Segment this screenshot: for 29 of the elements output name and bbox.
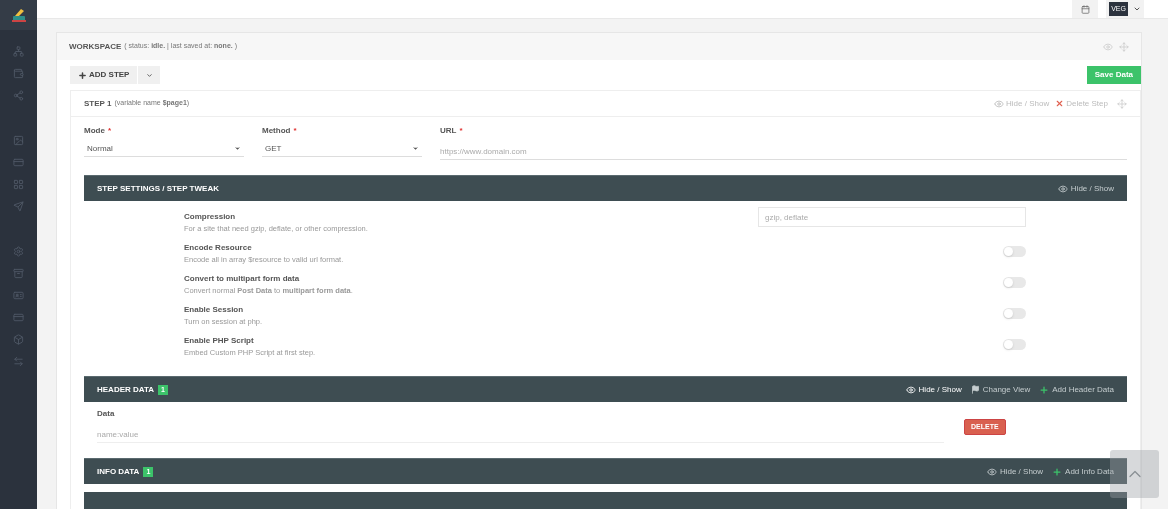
workspace-title: WORKSPACE	[69, 40, 122, 53]
select-field[interactable]: GET	[262, 141, 422, 157]
setting-title: Enable PHP Script	[184, 335, 255, 347]
required-mark: *	[293, 125, 297, 137]
field-label: Data	[97, 408, 116, 420]
section-action[interactable]: Add Header Data	[1039, 383, 1114, 396]
section-title: STEP SETTINGS / STEP TWEAK	[97, 182, 219, 195]
section-title: INFO DATA	[97, 465, 140, 478]
compression-field[interactable]: gzip, deflate	[758, 207, 1026, 227]
required-mark: *	[107, 125, 111, 137]
field-label: URL	[440, 125, 457, 137]
url-field[interactable]: https://www.domain.com	[440, 144, 1127, 160]
select-field[interactable]: Normal	[84, 141, 244, 157]
required-mark: *	[459, 125, 463, 137]
setting-title: Convert to multipart form data	[184, 273, 301, 285]
field-label: Method	[262, 125, 291, 137]
setting-title: Encode Resource	[184, 242, 253, 254]
field-label: Mode	[84, 125, 105, 137]
setting-title: Compression	[184, 211, 237, 223]
section-action[interactable]: Add Info Data	[1052, 465, 1114, 478]
data-field[interactable]: name:value	[97, 427, 944, 443]
section-action[interactable]: Hide / Show	[986, 465, 1044, 478]
section-action[interactable]: Hide / Show	[905, 383, 962, 396]
section-title: HEADER DATA	[97, 383, 155, 396]
add-step-button[interactable]: ADD STEP	[70, 66, 138, 84]
setting-title: Enable Session	[184, 304, 245, 316]
section-action[interactable]: Hide / Show	[1057, 182, 1114, 195]
step-title: STEP 1	[84, 97, 112, 110]
section-action[interactable]: Change View	[970, 383, 1031, 396]
